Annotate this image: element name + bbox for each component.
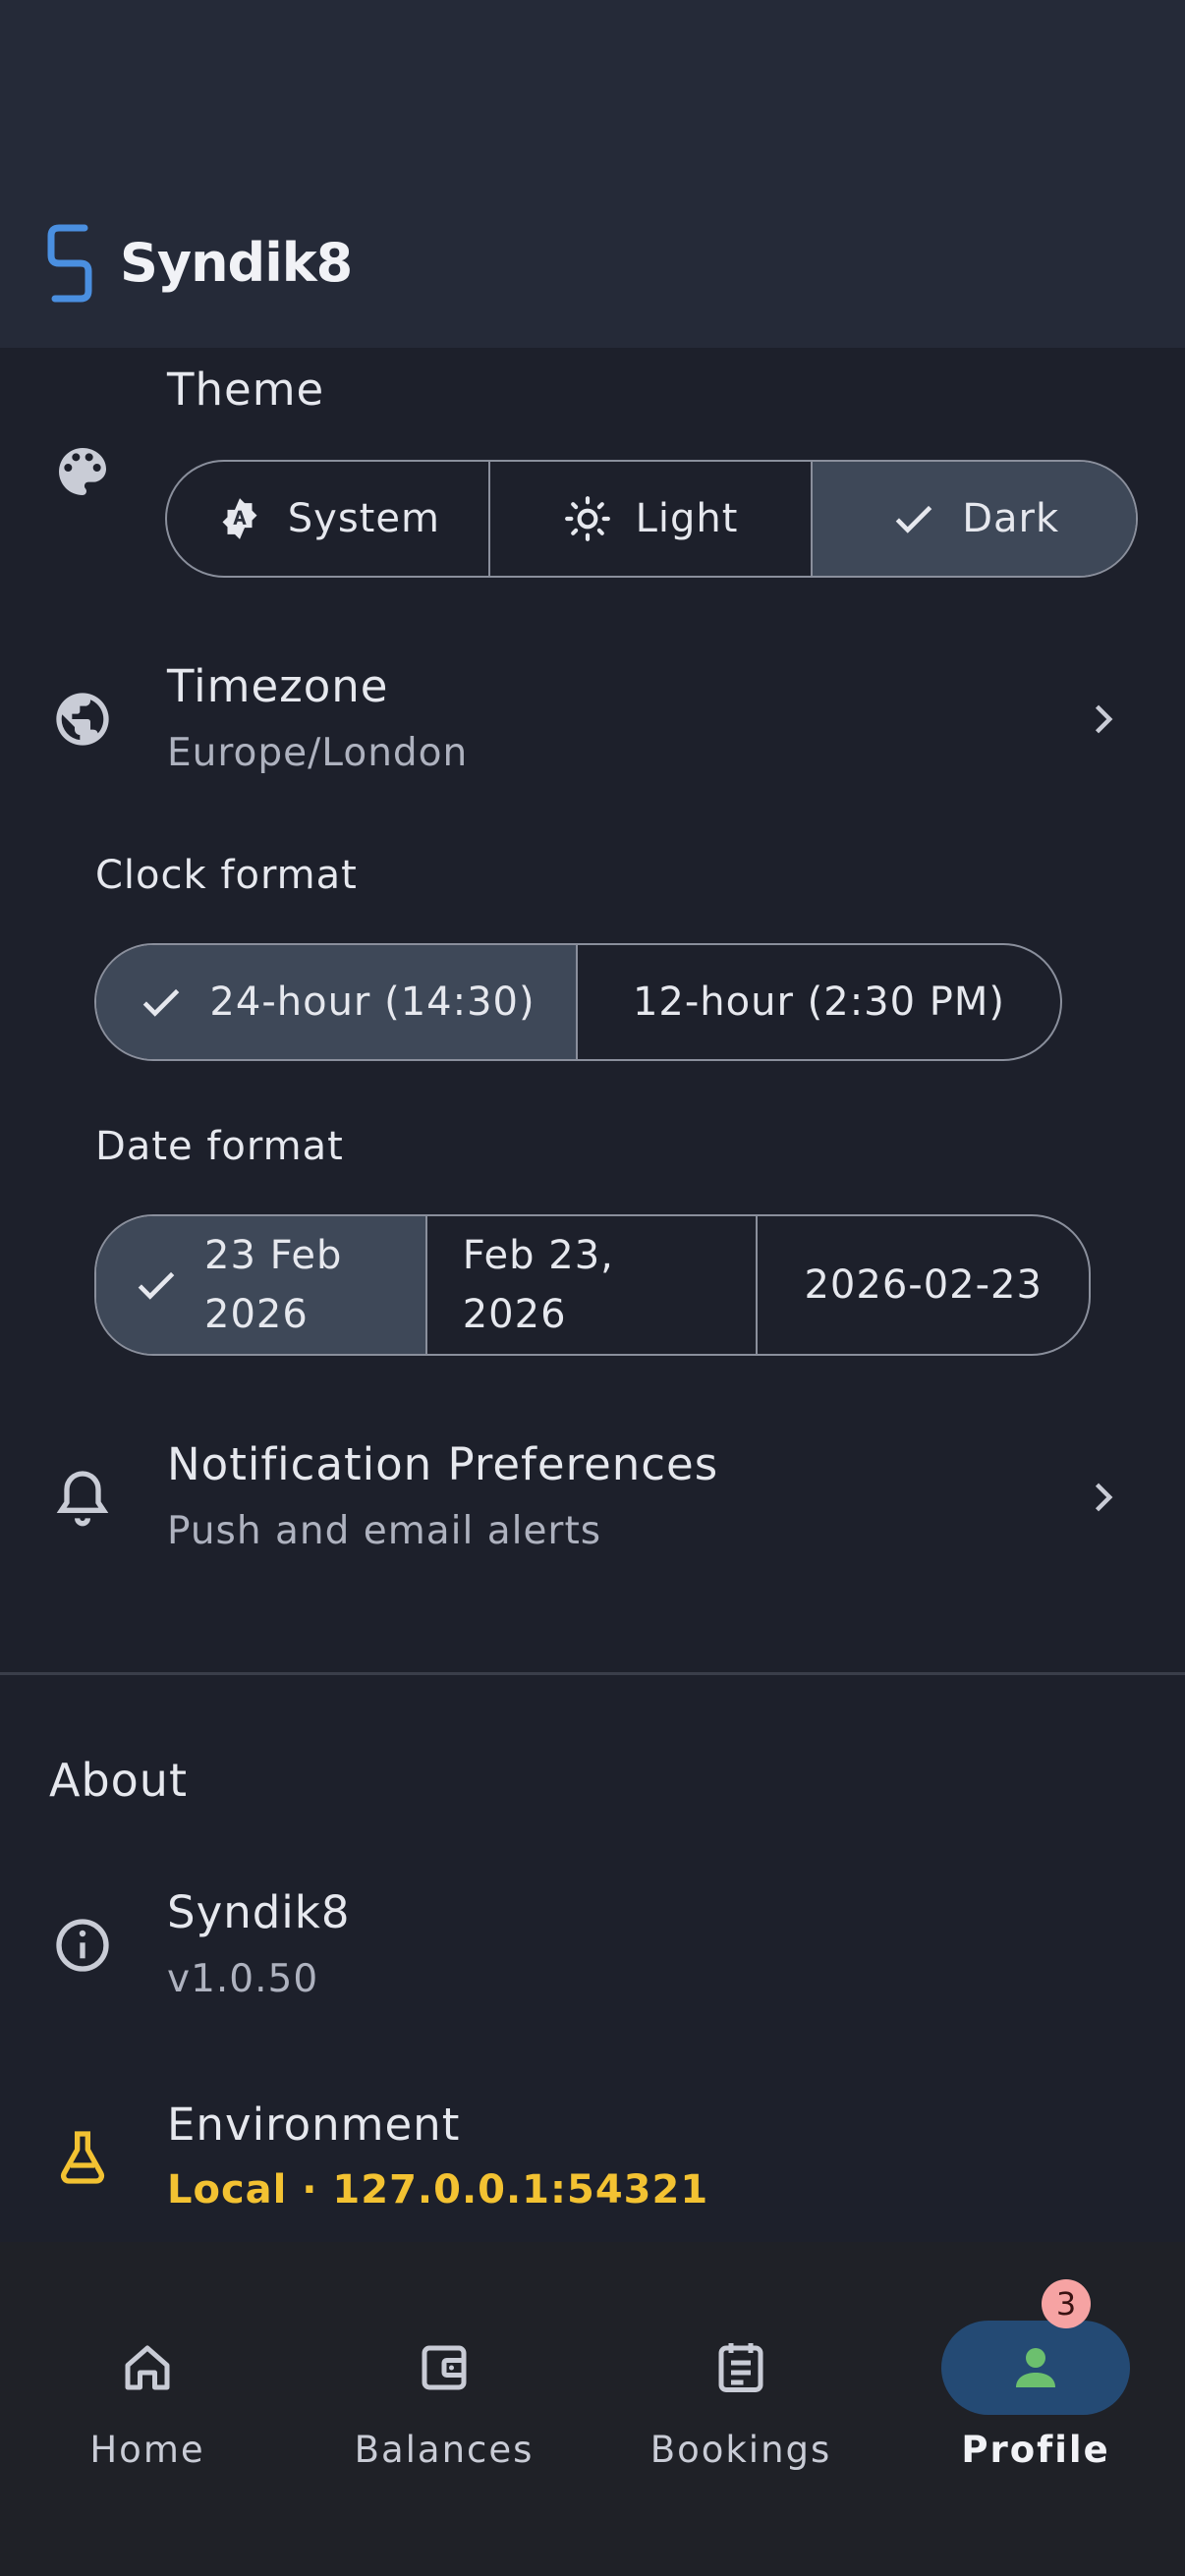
info-icon: [51, 1914, 114, 1977]
brightness-auto-icon: [215, 494, 264, 543]
theme-option-label: Dark: [962, 496, 1060, 541]
clock-format-segmented-control: 24-hour (14:30) 12-hour (2:30 PM): [94, 943, 1062, 1061]
about-app-name: Syndik8: [167, 1886, 351, 1938]
nav-item-profile[interactable]: Profile: [902, 2281, 1157, 2471]
globe-icon: [51, 688, 114, 751]
date-option-label: 23 Feb 2026: [204, 1233, 343, 1337]
timezone-value: Europe/London: [167, 731, 469, 775]
about-heading: About: [49, 1754, 189, 1807]
nav-label-home: Home: [89, 2429, 205, 2471]
nav-item-bookings[interactable]: Bookings: [607, 2281, 863, 2471]
check-icon: [132, 1260, 181, 1310]
home-icon: [118, 2338, 177, 2397]
notification-badge: 3: [1042, 2279, 1091, 2328]
nav-item-home[interactable]: Home: [14, 2281, 269, 2471]
section-divider: [0, 1672, 1185, 1675]
theme-segmented-control: System Light Dark: [165, 460, 1138, 578]
environment-value: Local · 127.0.0.1:54321: [167, 2167, 709, 2212]
check-icon: [889, 494, 938, 543]
clipboard-list-icon: [711, 2338, 770, 2397]
clock-option-24h[interactable]: 24-hour (14:30): [96, 945, 578, 1059]
theme-option-light[interactable]: Light: [490, 462, 814, 576]
check-icon: [137, 978, 186, 1027]
timezone-title: Timezone: [167, 660, 389, 712]
clock-option-label: 12-hour (2:30 PM): [632, 980, 1006, 1025]
nav-label-profile: Profile: [961, 2429, 1110, 2471]
sun-icon: [563, 494, 612, 543]
date-option-label: 2026-02-23: [804, 1262, 1043, 1308]
nav-label-balances: Balances: [354, 2429, 535, 2471]
date-option-dmy[interactable]: 23 Feb 2026: [96, 1216, 427, 1354]
clock-option-12h[interactable]: 12-hour (2:30 PM): [578, 945, 1060, 1059]
clock-option-label: 24-hour (14:30): [209, 980, 536, 1025]
date-option-mdy[interactable]: Feb 23, 2026: [427, 1216, 759, 1354]
person-icon: [1006, 2338, 1065, 2397]
logo-icon: [47, 224, 92, 303]
theme-option-dark[interactable]: Dark: [813, 462, 1136, 576]
theme-option-label: Light: [635, 496, 739, 541]
notification-preferences-title: Notification Preferences: [167, 1438, 719, 1490]
chevron-right-icon: [1095, 1483, 1113, 1512]
date-option-iso[interactable]: 2026-02-23: [758, 1216, 1089, 1354]
environment-title: Environment: [167, 2099, 461, 2151]
notification-preferences-subtitle: Push and email alerts: [167, 1509, 602, 1553]
clock-format-label: Clock format: [95, 853, 358, 898]
wallet-icon: [415, 2338, 474, 2397]
bottom-navigation: Home Balances Bookings Profile: [0, 2242, 1185, 2576]
app-name: Syndik8: [120, 232, 353, 294]
about-app-version: v1.0.50: [167, 1957, 319, 2001]
date-format-segmented-control: 23 Feb 2026 Feb 23, 2026 2026-02-23: [94, 1214, 1091, 1356]
chevron-right-icon: [1095, 704, 1113, 734]
bell-icon: [51, 1466, 114, 1529]
app-bar: Syndik8: [0, 0, 1185, 348]
nav-item-balances[interactable]: Balances: [310, 2281, 566, 2471]
flask-icon: [51, 2126, 114, 2189]
theme-option-system[interactable]: System: [167, 462, 490, 576]
theme-option-label: System: [287, 496, 440, 541]
nav-label-bookings: Bookings: [649, 2429, 832, 2471]
theme-title: Theme: [167, 364, 325, 416]
date-option-label: Feb 23, 2026: [462, 1233, 614, 1337]
palette-icon: [51, 440, 114, 503]
date-format-label: Date format: [95, 1124, 344, 1169]
